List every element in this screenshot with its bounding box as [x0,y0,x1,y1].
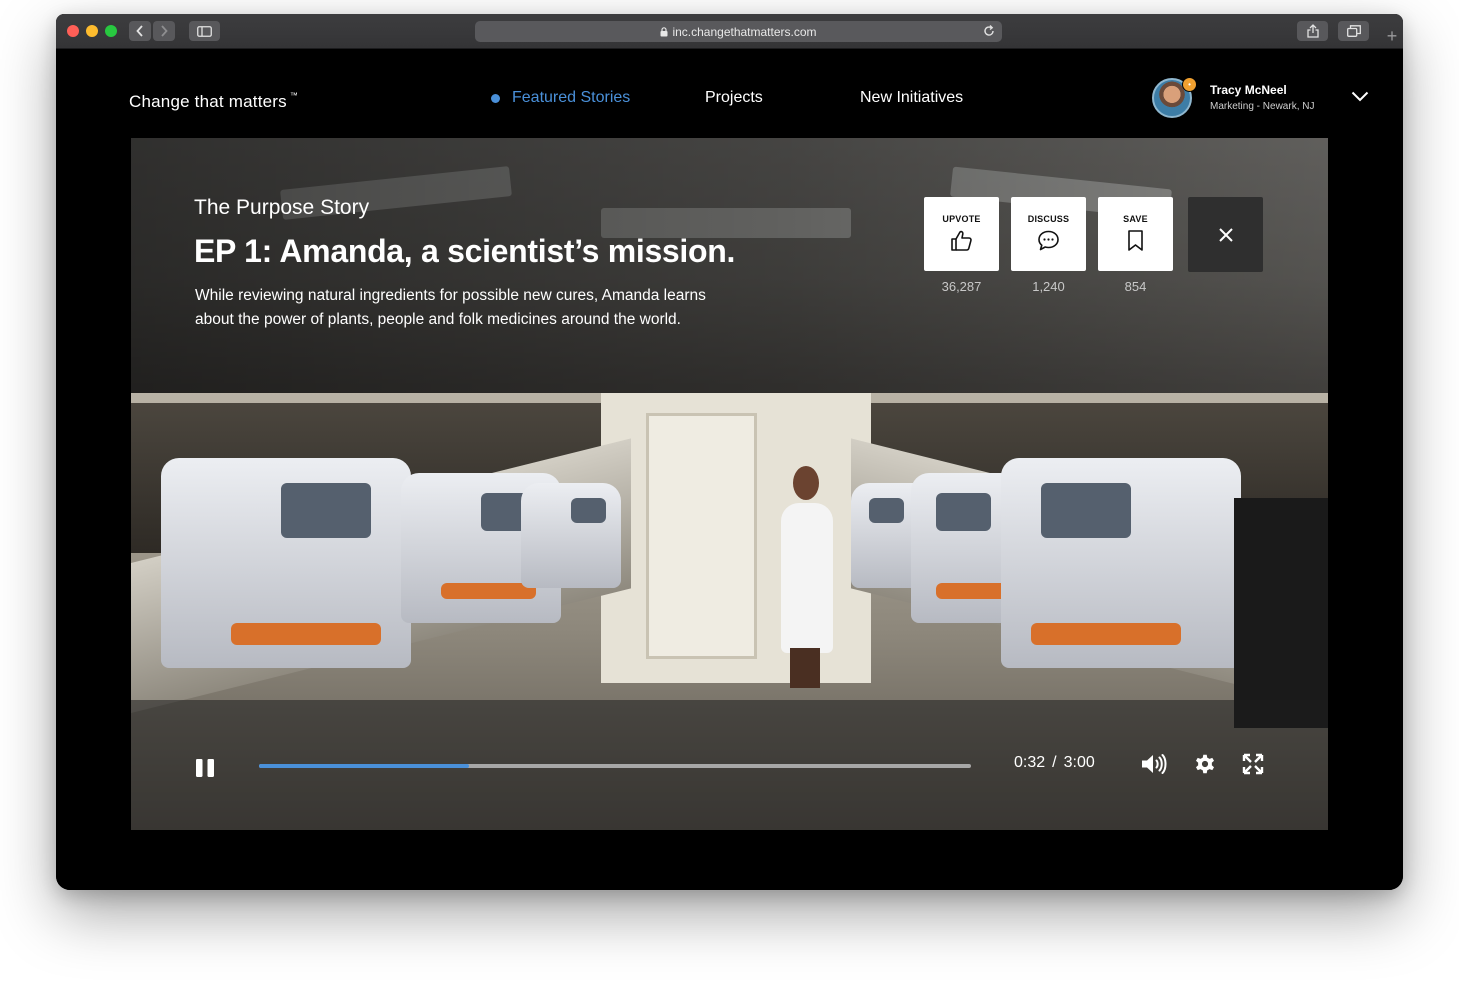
user-menu-button[interactable] [1351,89,1369,107]
active-indicator-dot [491,93,500,103]
nav-featured-stories[interactable]: Featured Stories [491,89,630,107]
time-separator: / [1052,754,1057,771]
video-player[interactable]: The Purpose Story EP 1: Amanda, a scient… [131,138,1328,830]
upvote-button[interactable]: UPVOTE [924,197,999,271]
sidebar-toggle-button[interactable] [189,21,220,41]
user-name: Tracy McNeel [1210,83,1287,97]
notification-badge: • [1182,77,1197,92]
series-title: The Purpose Story [194,196,370,219]
fullscreen-icon[interactable] [1241,752,1265,776]
tabs-icon [1346,25,1361,37]
thumbs-up-icon [951,230,972,251]
new-tab-button[interactable]: + [1381,27,1403,47]
close-window-button[interactable] [67,25,79,37]
discuss-label: DISCUSS [1027,214,1070,224]
pause-icon[interactable] [194,757,216,779]
chevron-right-icon [161,25,168,37]
user-subtitle: Marketing - Newark, NJ [1210,101,1315,112]
player-controls: 0:32 / 3:00 [131,700,1328,830]
nav-new-initiatives[interactable]: New Initiatives [860,89,963,107]
brand-name: Change that matters [129,92,287,111]
chevron-left-icon [136,25,143,37]
chevron-down-icon [1351,91,1369,102]
upvote-count: 36,287 [941,279,982,294]
save-button[interactable]: SAVE [1098,197,1173,271]
share-button[interactable] [1297,21,1328,41]
current-time: 0:32 [1014,754,1046,771]
progress-fill [259,764,470,768]
episode-description: While reviewing natural ingredients for … [195,287,706,328]
save-label: SAVE [1123,214,1148,224]
share-icon [1306,24,1319,38]
browser-toolbar: inc.changethatmatters.com + [56,14,1403,49]
volume-icon[interactable] [1140,752,1168,776]
address-bar[interactable]: inc.changethatmatters.com [475,21,1002,42]
close-player-button[interactable] [1188,197,1263,272]
save-count: 854 [1124,279,1147,294]
brand-logo[interactable]: Change that matters ™ [129,91,298,112]
gear-icon[interactable] [1193,752,1217,776]
forward-button[interactable] [153,21,175,41]
discuss-count: 1,240 [1032,279,1065,294]
discuss-button[interactable]: DISCUSS [1011,197,1086,271]
lock-icon [660,26,668,37]
reload-icon[interactable] [982,24,996,38]
bookmark-icon [1128,230,1143,251]
url-text: inc.changethatmatters.com [672,24,817,39]
zoom-window-button[interactable] [105,25,117,37]
show-tabs-button[interactable] [1338,21,1369,41]
upvote-label: UPVOTE [942,214,981,224]
nav-featured-stories-label: Featured Stories [512,89,631,106]
progress-bar[interactable] [259,764,971,768]
browser-window: inc.changethatmatters.com + Change that … [56,14,1403,890]
sidebar-icon [197,25,212,37]
nav-projects[interactable]: Projects [705,89,763,107]
speech-bubble-icon [1038,230,1059,251]
site-page: Change that matters ™ Featured Stories Pr… [56,49,1403,890]
episode-title: EP 1: Amanda, a scientist’s mission. [194,233,736,269]
time-display: 0:32 / 3:00 [1014,754,1095,772]
trademark-mark: ™ [289,91,299,100]
minimize-window-button[interactable] [86,25,98,37]
duration: 3:00 [1063,754,1095,771]
back-button[interactable] [129,21,151,41]
close-icon [1218,227,1233,242]
